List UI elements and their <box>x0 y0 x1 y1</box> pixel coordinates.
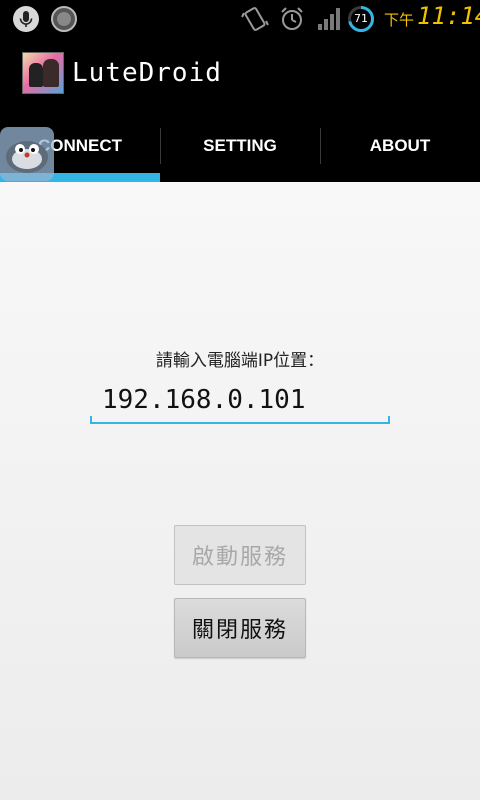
app-logo-icon <box>22 52 64 94</box>
action-bar: LuteDroid <box>0 38 480 110</box>
vibrate-icon <box>240 4 270 34</box>
stop-service-button[interactable]: 關閉服務 <box>174 598 306 658</box>
floating-widget-icon[interactable] <box>0 127 54 181</box>
tab-about[interactable]: ABOUT <box>320 110 480 182</box>
status-bar: 71 下午 11:14 <box>0 0 480 38</box>
circle-app-icon <box>51 6 77 32</box>
battery-icon: 71 <box>347 5 375 33</box>
app-title: LuteDroid <box>72 58 222 88</box>
tab-setting[interactable]: SETTING <box>160 110 320 182</box>
ip-address-input[interactable] <box>90 378 390 424</box>
connect-panel: 請輸入電腦端IP位置： 啟動服務 關閉服務 <box>0 182 480 800</box>
clock-time: 11:14 <box>417 2 480 30</box>
input-underline-edge <box>90 416 92 424</box>
input-underline-edge <box>388 416 390 424</box>
mic-icon <box>13 6 39 32</box>
clock-period: 下午 <box>384 11 415 29</box>
ip-address-label: 請輸入電腦端IP位置： <box>155 351 325 371</box>
signal-icon <box>316 6 342 32</box>
battery-level: 71 <box>354 12 368 25</box>
alarm-icon <box>277 4 307 34</box>
tab-bar: CONNECT SETTING ABOUT <box>0 110 480 182</box>
start-service-button[interactable]: 啟動服務 <box>174 525 306 585</box>
